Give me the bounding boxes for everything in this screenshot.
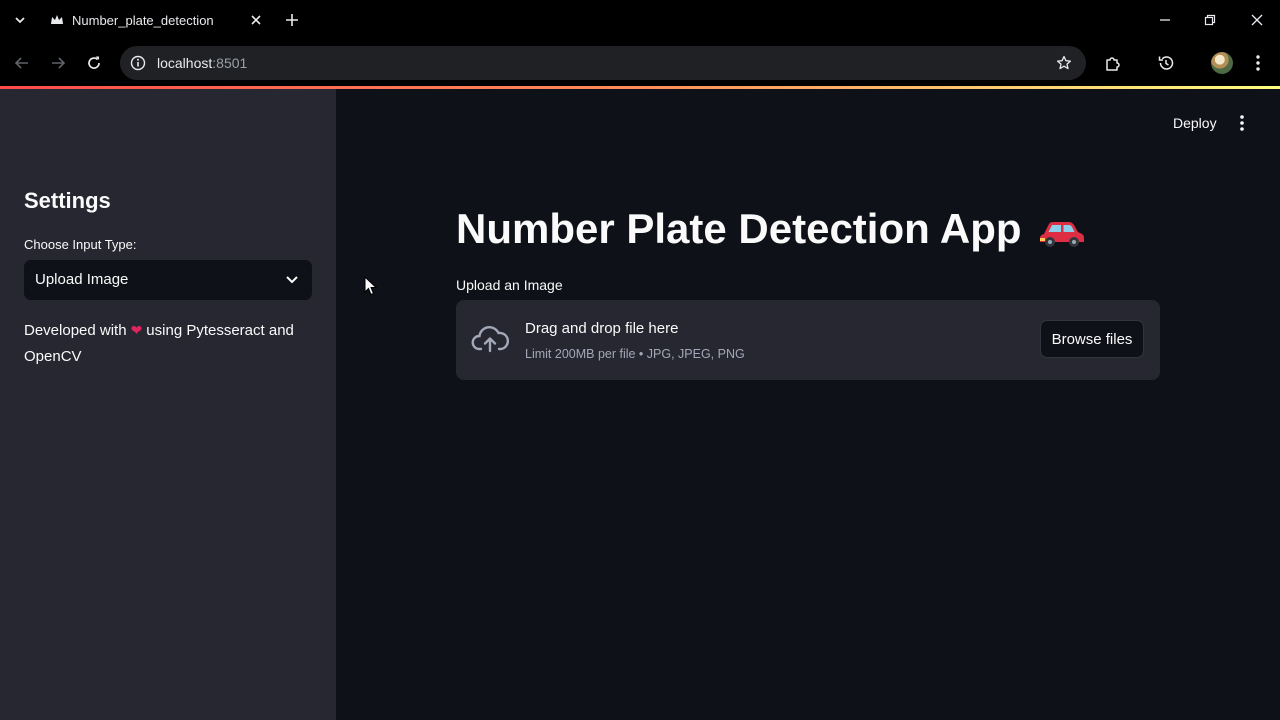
forward-arrow-icon[interactable] xyxy=(46,51,70,75)
app-menu-kebab-icon[interactable] xyxy=(1232,113,1252,133)
site-info-icon[interactable] xyxy=(128,53,148,73)
developer-note: Developed with ❤ using Pytesseract and Ope… xyxy=(24,317,314,370)
browse-files-button[interactable]: Browse files xyxy=(1040,320,1144,358)
profile-avatar[interactable] xyxy=(1211,52,1233,74)
tab-title: Number_plate_detection xyxy=(72,13,214,28)
page-title-text: Number Plate Detection App xyxy=(456,205,1022,252)
input-type-value: Upload Image xyxy=(35,271,129,288)
dropzone-title: Drag and drop file here xyxy=(525,320,679,337)
close-tab-icon[interactable] xyxy=(248,12,264,28)
dropzone-limit: Limit 200MB per file • JPG, JPEG, PNG xyxy=(525,347,745,361)
mouse-cursor-icon xyxy=(364,276,378,296)
url-text: localhost:8501 xyxy=(157,55,248,71)
input-type-select[interactable]: Upload Image xyxy=(24,260,312,300)
reload-icon[interactable] xyxy=(82,51,106,75)
bookmark-star-icon[interactable] xyxy=(1054,53,1074,73)
back-arrow-icon[interactable] xyxy=(10,51,34,75)
restore-window-icon[interactable] xyxy=(1198,8,1222,32)
deploy-button[interactable]: Deploy xyxy=(1173,115,1217,131)
page-title: Number Plate Detection App xyxy=(456,205,1086,253)
heart-icon: ❤ xyxy=(130,322,143,338)
input-type-label: Choose Input Type: xyxy=(24,237,137,252)
upload-label: Upload an Image xyxy=(456,277,563,293)
address-bar[interactable]: localhost:8501 xyxy=(120,46,1086,80)
browser-tab[interactable]: Number_plate_detection xyxy=(38,4,270,37)
new-tab-plus-icon[interactable] xyxy=(282,10,302,30)
close-window-icon[interactable] xyxy=(1245,8,1269,32)
chevron-down-icon xyxy=(284,272,300,288)
streamlit-crown-icon xyxy=(50,13,64,27)
cloud-upload-icon xyxy=(470,322,510,356)
browser-menu-kebab-icon[interactable] xyxy=(1246,51,1270,75)
extensions-puzzle-icon[interactable] xyxy=(1101,51,1125,75)
browser-toolbar: localhost:8501 xyxy=(0,40,1280,86)
minimize-window-icon[interactable] xyxy=(1153,8,1177,32)
browser-tab-bar: Number_plate_detection xyxy=(0,0,1280,40)
history-icon[interactable] xyxy=(1154,51,1178,75)
sidebar-heading: Settings xyxy=(24,188,111,213)
sidebar: Settings Choose Input Type: Upload Image… xyxy=(0,89,336,720)
car-icon xyxy=(1038,212,1086,247)
file-dropzone[interactable]: Drag and drop file here Limit 200MB per … xyxy=(456,300,1160,380)
tab-search-chevron-icon[interactable] xyxy=(10,10,30,30)
main-content: Deploy Number Plate Detection App Upload… xyxy=(336,89,1280,720)
